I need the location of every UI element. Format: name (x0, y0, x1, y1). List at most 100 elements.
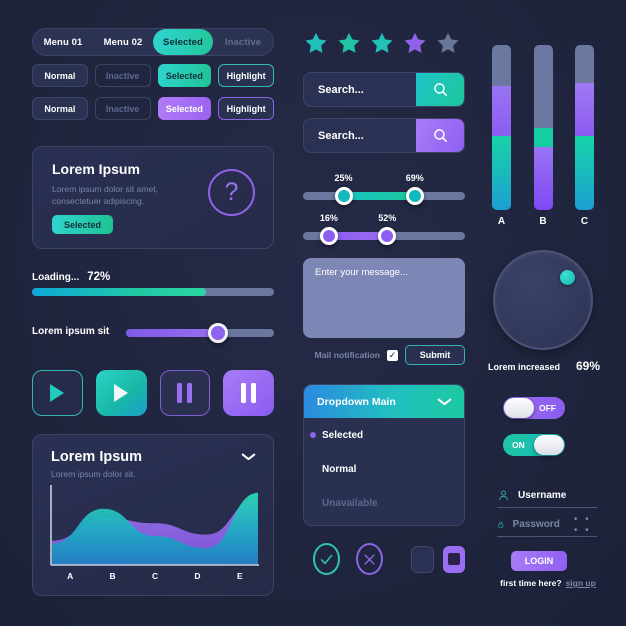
chart-card-subtitle: Lorem ipsum dolor sit. (51, 469, 136, 479)
username-label: Username (518, 490, 567, 501)
menu-tab-selected[interactable]: Selected (153, 29, 213, 55)
button-normal-teal[interactable]: Normal (32, 64, 88, 87)
bar-segment-teal (575, 135, 594, 210)
dropdown-header[interactable]: Dropdown Main (304, 385, 464, 418)
range-slider-teal[interactable]: 25% 69% (303, 173, 465, 205)
password-mask: • • • • (573, 513, 592, 536)
submit-button[interactable]: Submit (405, 345, 465, 365)
close-icon (364, 553, 375, 565)
search-button-teal[interactable] (416, 73, 464, 106)
dropdown-option-label: Normal (322, 463, 357, 475)
range-slider-handle-high[interactable] (378, 227, 397, 245)
bar-segment-gray (533, 45, 553, 128)
button-row-purple: Normal Inactive Selected Highlight (32, 97, 274, 120)
star-icon-empty[interactable] (435, 30, 461, 56)
chevron-down-icon (438, 398, 451, 406)
range-slider-handle-high[interactable] (405, 187, 424, 205)
search-input[interactable]: Search... (304, 130, 416, 142)
lock-icon (498, 521, 504, 528)
media-button-row (32, 370, 274, 416)
username-field[interactable]: Username (497, 484, 597, 508)
knob-label-group: Lorem increased 69% (488, 359, 600, 373)
signup-row: first time here? sign up (490, 578, 606, 588)
search-button-purple[interactable] (416, 119, 464, 152)
play-icon (50, 384, 65, 402)
chart-x-label-e: E (236, 571, 243, 581)
menu-tab-menu-02[interactable]: Menu 02 (93, 29, 153, 55)
vertical-bar-b (533, 45, 553, 210)
lorem-slider-fill (126, 329, 218, 337)
star-rating (303, 30, 461, 56)
menu-tab-inactive[interactable]: Inactive (213, 29, 273, 55)
icon-button-row (313, 543, 466, 575)
search-bar-teal[interactable]: Search... (303, 72, 465, 107)
range-slider-handle-low[interactable] (334, 187, 353, 205)
selected-dot-icon (310, 432, 316, 438)
message-textarea[interactable]: Enter your message... (303, 258, 465, 338)
star-icon[interactable] (402, 30, 428, 56)
dropdown: Dropdown Main Selected Normal Unavailabl… (303, 384, 465, 526)
range-slider-low-value: 16% (319, 213, 338, 223)
lorem-slider-track[interactable] (126, 323, 274, 343)
button-highlight-teal[interactable]: Highlight (218, 64, 274, 87)
chart-card-title: Lorem Ipsum (51, 449, 143, 465)
info-card-selected-chip[interactable]: Selected (52, 215, 114, 234)
button-inactive-teal[interactable]: Inactive (94, 64, 151, 87)
password-label: Password (512, 519, 560, 530)
star-icon[interactable] (303, 30, 329, 56)
login-button[interactable]: LOGIN (511, 551, 567, 571)
lorem-slider-label: Lorem ipsum sit (32, 326, 110, 337)
toggle-label-off: OFF (539, 403, 556, 413)
button-highlight-purple[interactable]: Highlight (218, 97, 274, 120)
menu-tab-menu-01[interactable]: Menu 01 (33, 29, 93, 55)
button-inactive-purple[interactable]: Inactive (94, 97, 151, 120)
vertical-bar-labels: A B C (492, 216, 594, 227)
range-slider-fill (343, 192, 415, 200)
button-selected-teal[interactable]: Selected (157, 64, 212, 87)
info-card: Lorem Ipsum Lorem ipsum dolor sit amet, … (32, 146, 274, 249)
pause-button-filled[interactable] (223, 370, 274, 416)
user-icon (499, 490, 508, 501)
circular-knob[interactable] (493, 250, 593, 350)
toggle-knob (534, 435, 564, 455)
range-slider-handle-low[interactable] (319, 227, 338, 245)
info-card-body: Lorem ipsum dolor sit amet, consectetuer… (52, 184, 159, 206)
mail-notification-checkbox[interactable]: ✓ (387, 349, 398, 361)
square-empty-button[interactable] (411, 545, 434, 573)
signup-question: first time here? (500, 578, 562, 588)
square-filled-button[interactable] (442, 545, 466, 573)
search-input[interactable]: Search... (304, 84, 416, 96)
password-field[interactable]: Password • • • • (497, 513, 597, 537)
chevron-down-icon[interactable] (242, 453, 255, 461)
toggle-on[interactable]: ON (503, 434, 565, 456)
vertical-bar-c (575, 45, 594, 210)
star-icon[interactable] (369, 30, 395, 56)
bar-segment-teal (492, 135, 511, 210)
square-inner-icon (447, 553, 460, 565)
area-chart (49, 485, 261, 567)
pause-button-outline[interactable] (159, 370, 211, 416)
toggle-knob (504, 398, 534, 418)
toggle-off[interactable]: OFF (503, 397, 565, 419)
play-button-outline[interactable] (32, 370, 83, 416)
check-circle-button[interactable] (313, 543, 341, 575)
knob-handle-icon[interactable] (560, 270, 575, 285)
vertical-bar-label-b: B (539, 216, 547, 227)
bar-segment-purple (575, 82, 594, 136)
knob-value: 69% (575, 359, 600, 373)
range-slider-purple[interactable]: 16% 52% (303, 213, 465, 245)
star-icon[interactable] (336, 30, 362, 56)
signup-link[interactable]: sign up (566, 578, 596, 588)
knob-label: Lorem increased (488, 362, 561, 372)
button-normal-purple[interactable]: Normal (32, 97, 88, 120)
dropdown-option-normal[interactable]: Normal (304, 452, 464, 486)
lorem-slider-handle[interactable] (207, 323, 228, 343)
check-icon (320, 554, 333, 564)
loading-percent: 72% (87, 271, 111, 283)
search-bar-purple[interactable]: Search... (303, 118, 465, 153)
chart-x-label-d: D (194, 571, 201, 581)
play-button-filled[interactable] (95, 370, 147, 416)
button-selected-purple[interactable]: Selected (157, 97, 212, 120)
dropdown-option-selected[interactable]: Selected (304, 418, 464, 452)
close-circle-button[interactable] (356, 543, 384, 575)
